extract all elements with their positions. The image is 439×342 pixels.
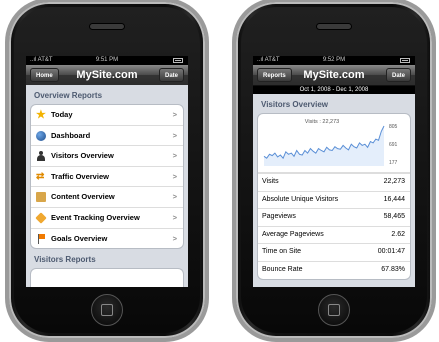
metric-value: 16,444	[383, 195, 405, 203]
metric-value: 2.62	[391, 230, 405, 238]
sparkline-caption: Visits : 22,273	[305, 119, 339, 125]
metric-row-time-on-site: Time on Site 00:01:47	[258, 243, 410, 261]
list-item-today[interactable]: ★ Today >	[31, 105, 183, 125]
clock: 9:52 PM	[322, 57, 346, 63]
list-item-event-tracking-overview[interactable]: Event Tracking Overview >	[31, 206, 183, 228]
sparkline-mid-label: 691	[389, 142, 398, 148]
list-item-goals-overview[interactable]: Goals Overview >	[31, 227, 183, 249]
star-icon: ★	[36, 109, 46, 121]
iphone-right: ..ıl AT&T 9:52 PM Reports MySite.com Dat…	[236, 2, 432, 338]
screen-left: ..ıl AT&T 9:51 PM Home MySite.com Date O…	[26, 56, 188, 287]
tag-icon	[35, 212, 47, 224]
metric-row-pageviews: Pageviews 58,465	[258, 208, 410, 226]
list-item-label: Dashboard	[51, 130, 91, 140]
list-item-content-overview[interactable]: Content Overview >	[31, 186, 183, 207]
chevron-right-icon: >	[172, 130, 177, 140]
list-item-label: Visitors Overview	[51, 151, 114, 161]
metric-label: Bounce Rate	[262, 265, 303, 273]
metric-label: Time on Site	[262, 248, 302, 256]
arrows-icon: ⇄	[36, 170, 45, 182]
visitors-overview-card: Visits : 22,273 805 691 177 Visits 22,27…	[257, 113, 411, 280]
reports-list: Overview Reports ★ Today > Dashboard > V…	[26, 85, 188, 287]
chevron-right-icon: >	[172, 192, 177, 202]
chevron-right-icon: >	[172, 171, 177, 181]
date-button[interactable]: Date	[158, 68, 184, 82]
metric-value: 58,465	[383, 213, 405, 221]
metric-row-visits: Visits 22,273	[258, 173, 410, 191]
screen-right: ..ıl AT&T 9:52 PM Reports MySite.com Dat…	[253, 56, 415, 287]
list-item-label: Traffic Overview	[51, 171, 109, 181]
metric-value: 67.83%	[381, 265, 405, 273]
section-header: Visitors Overview	[261, 100, 328, 109]
chevron-right-icon: >	[172, 110, 177, 119]
metric-label: Visits	[262, 178, 279, 185]
battery-icon	[173, 58, 183, 63]
visitors-overview-view: Visitors Overview Visits : 22,273 805 69…	[253, 94, 415, 287]
chevron-right-icon: >	[172, 151, 177, 161]
metric-row-average-pageviews: Average Pageviews 2.62	[258, 225, 410, 244]
home-hardware-button[interactable]	[318, 294, 350, 326]
metric-label: Average Pageviews	[262, 230, 324, 238]
document-icon	[36, 192, 46, 203]
metric-label: Absolute Unique Visitors	[262, 195, 339, 203]
nav-bar: Home MySite.com Date	[26, 65, 188, 86]
list-item-dashboard[interactable]: Dashboard >	[31, 124, 183, 146]
metric-value: 00:01:47	[377, 248, 405, 256]
globe-icon	[36, 130, 46, 141]
chevron-right-icon: >	[172, 212, 177, 222]
metric-row-bounce-rate: Bounce Rate 67.83%	[258, 260, 410, 279]
person-icon	[36, 151, 46, 162]
chevron-right-icon: >	[172, 233, 177, 243]
nav-bar: Reports MySite.com Date	[253, 65, 415, 86]
metric-row-absolute-unique-visitors: Absolute Unique Visitors 16,444	[258, 190, 410, 209]
home-square-icon	[101, 304, 113, 316]
clock: 9:51 PM	[95, 57, 119, 63]
sparkline-chart: Visits : 22,273 805 691 177	[263, 119, 398, 166]
list-item-traffic-overview[interactable]: ⇄ Traffic Overview >	[31, 165, 183, 187]
list-item-visitors-overview[interactable]: Visitors Overview >	[31, 145, 183, 166]
iphone-left: ..ıl AT&T 9:51 PM Home MySite.com Date O…	[9, 2, 205, 338]
speaker	[317, 24, 351, 29]
date-button[interactable]: Date	[385, 68, 411, 82]
home-square-icon	[328, 304, 340, 316]
status-bar: ..ıl AT&T 9:51 PM	[26, 56, 188, 65]
flag-icon	[36, 233, 46, 244]
overview-report-group: ★ Today > Dashboard > Visitors Overview …	[30, 104, 184, 250]
visitors-report-group	[30, 268, 184, 287]
metric-value: 22,273	[383, 178, 405, 185]
battery-icon	[400, 58, 410, 63]
visits-sparkline: Visits : 22,273 805 691 177	[258, 114, 410, 173]
list-item-label: Content Overview	[51, 192, 115, 202]
section-header-visitors: Visitors Reports	[34, 255, 96, 265]
list-item-label: Today	[51, 110, 73, 119]
sparkline-max-label: 805	[389, 124, 398, 130]
status-bar: ..ıl AT&T 9:52 PM	[253, 56, 415, 65]
list-item-label: Goals Overview	[51, 233, 108, 243]
speaker	[90, 24, 124, 29]
sparkline-min-label: 177	[389, 160, 398, 166]
section-header-overview: Overview Reports	[34, 91, 103, 100]
metric-label: Pageviews	[262, 213, 296, 221]
home-hardware-button[interactable]	[91, 294, 123, 326]
list-item-label: Event Tracking Overview	[51, 212, 140, 222]
